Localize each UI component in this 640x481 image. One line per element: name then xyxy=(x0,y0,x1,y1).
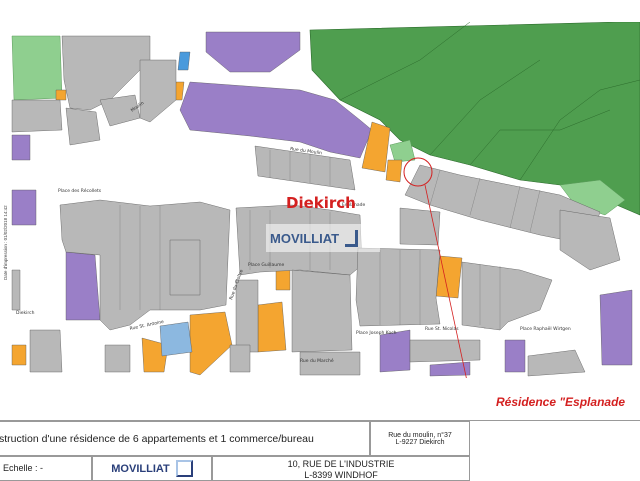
project-description: struction d'une résidence de 6 apparteme… xyxy=(0,421,370,456)
public-building xyxy=(379,329,411,373)
company-block: MOVILLIAT xyxy=(92,456,212,481)
commercial-building xyxy=(55,89,67,101)
company-name: MOVILLIAT xyxy=(111,462,170,475)
special-building xyxy=(159,321,193,357)
street-label: Place Guillaume xyxy=(248,262,284,268)
commercial-building xyxy=(275,269,291,291)
site-address: Rue du moulin, n°37 L-9227 Diekirch xyxy=(370,421,470,456)
watermark: MOVILLIAT xyxy=(266,224,380,252)
residence-annotation: Résidence "Esplanade xyxy=(496,395,626,409)
public-building xyxy=(65,251,101,321)
green-area xyxy=(11,35,63,101)
scale-label: Echelle : - xyxy=(0,456,92,481)
commercial-building xyxy=(385,159,403,183)
town-label: Diekirch xyxy=(286,194,356,212)
public-building xyxy=(11,134,31,161)
special-building xyxy=(177,51,191,71)
company-logo-icon xyxy=(175,460,193,477)
company-address-line2: L-8399 WINDHOF xyxy=(304,470,378,480)
street-label: Place des Récollets xyxy=(58,187,102,194)
map-canvas: Rue du Moulin Esplanade Place des Récoll… xyxy=(0,22,640,378)
commercial-building xyxy=(257,301,287,353)
street-label: Place Joseph Koch xyxy=(356,330,397,336)
watermark-logo-icon xyxy=(345,229,359,247)
commercial-building xyxy=(435,255,463,299)
cadastral-map[interactable]: Rue du Moulin Esplanade Place des Récoll… xyxy=(0,22,640,378)
company-address-line1: 10, RUE DE L'INDUSTRIE xyxy=(287,459,395,469)
site-address-line2: L-9227 Diekirch xyxy=(395,439,445,446)
public-building xyxy=(599,289,633,366)
site-address-line1: Rue du moulin, n°37 xyxy=(388,432,452,439)
print-date-credit: Date d'impression : 01/02/2018 14:42 xyxy=(3,205,8,280)
street-label: Diekirch xyxy=(16,310,35,316)
company-address: 10, RUE DE L'INDUSTRIE L-8399 WINDHOF xyxy=(212,456,470,481)
street-label: Rue du Marché xyxy=(300,357,334,364)
title-block: struction d'une résidence de 6 apparteme… xyxy=(0,420,640,481)
public-building xyxy=(11,189,37,226)
commercial-building xyxy=(11,344,27,366)
street-label: Place Raphaël Wirtgen xyxy=(520,326,571,332)
public-building xyxy=(504,339,526,373)
watermark-text: MOVILLIAT xyxy=(270,230,340,246)
street-label: Rue St. Nicolas xyxy=(425,326,459,332)
